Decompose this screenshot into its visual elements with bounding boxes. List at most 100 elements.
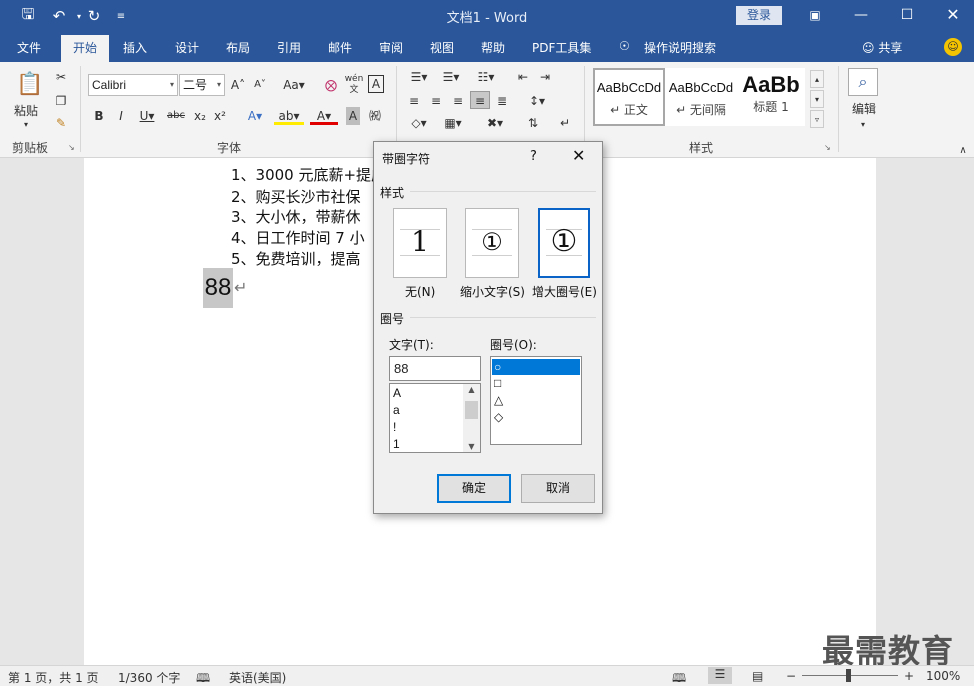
tab-layout[interactable]: 布局: [226, 39, 250, 56]
enclose-characters-icon[interactable]: ㈷: [366, 107, 384, 125]
chinese-layout-icon[interactable]: ✖▾: [482, 114, 508, 132]
strikethrough-icon[interactable]: abc: [166, 107, 186, 125]
selected-text[interactable]: 88: [203, 268, 233, 308]
paste-icon[interactable]: 📋: [16, 70, 44, 100]
enclosure-list[interactable]: ○ □ △ ◇: [490, 356, 582, 445]
style-no-spacing[interactable]: AaBbCcDd ↵ 无间隔: [665, 68, 737, 126]
scroll-up-icon[interactable]: ▲: [463, 385, 480, 394]
style-option-shrink-text[interactable]: ①: [465, 208, 519, 278]
tab-references[interactable]: 引用: [277, 39, 301, 56]
dialog-help-button[interactable]: ?: [530, 149, 537, 164]
document-line[interactable]: 4、日工作时间 7 小: [231, 227, 365, 248]
print-layout-icon[interactable]: ☰: [708, 667, 732, 684]
style-option-shrink-text-label[interactable]: 缩小文字(S): [460, 283, 525, 300]
tab-pdf-tools[interactable]: PDF工具集: [532, 39, 591, 56]
close-window-icon[interactable]: ✕: [941, 4, 965, 26]
read-mode-icon[interactable]: 🕮: [672, 669, 686, 686]
list-item[interactable]: □: [494, 376, 501, 390]
shrink-font-icon[interactable]: A˅: [252, 76, 268, 94]
word-count[interactable]: 1/360 个字: [118, 669, 180, 686]
list-item[interactable]: !: [393, 420, 396, 434]
copy-icon[interactable]: ❐: [52, 92, 70, 110]
styles-launcher-icon[interactable]: ↘: [824, 143, 831, 152]
numbering-icon[interactable]: ☰▾: [438, 68, 464, 86]
style-normal[interactable]: AaBbCcDd ↵ 正文: [593, 68, 665, 126]
align-center-icon[interactable]: ≡: [428, 92, 444, 110]
styles-scroll-up-icon[interactable]: ▴: [810, 70, 824, 88]
minimize-icon[interactable]: —: [849, 4, 873, 26]
paste-dropdown-icon[interactable]: ▾: [24, 116, 28, 134]
text-list-scrollbar[interactable]: ▲ ▼: [463, 384, 480, 452]
style-option-none-label[interactable]: 无(N): [405, 283, 435, 300]
list-item-selected[interactable]: ○: [492, 359, 580, 375]
tab-mailings[interactable]: 邮件: [328, 39, 352, 56]
tell-me-search[interactable]: 操作说明搜索: [644, 39, 716, 56]
style-option-enlarge-symbol-label[interactable]: 增大圈号(E): [532, 283, 597, 300]
styles-more-icon[interactable]: ▿: [810, 110, 824, 128]
editing-dropdown-icon[interactable]: ▾: [856, 116, 870, 134]
tab-view[interactable]: 视图: [430, 39, 454, 56]
feedback-smiley-icon[interactable]: ☺: [944, 38, 962, 56]
increase-indent-icon[interactable]: ⇥: [536, 68, 554, 86]
align-right-icon[interactable]: ≡: [450, 92, 466, 110]
font-name-combo[interactable]: Calibri ▾: [88, 74, 178, 96]
highlight-color-icon[interactable]: ab▾: [274, 107, 304, 125]
document-line[interactable]: 2、购买长沙市社保: [231, 186, 361, 207]
cancel-button[interactable]: 取消: [521, 474, 595, 503]
underline-icon[interactable]: U▾: [136, 107, 158, 125]
page-count[interactable]: 第 1 页，共 1 页: [8, 669, 99, 686]
zoom-in-icon[interactable]: +: [904, 669, 914, 683]
change-case-icon[interactable]: Aa▾: [280, 76, 308, 94]
scroll-thumb[interactable]: [465, 401, 478, 419]
text-input[interactable]: 88: [389, 356, 481, 381]
maximize-icon[interactable]: ☐: [895, 4, 919, 26]
tab-file[interactable]: 文件: [17, 39, 41, 56]
zoom-out-icon[interactable]: −: [786, 669, 796, 683]
document-line[interactable]: 1、3000 元底薪+提成: [231, 164, 386, 185]
character-border-icon[interactable]: A: [368, 75, 384, 93]
tab-help[interactable]: 帮助: [481, 39, 505, 56]
list-item[interactable]: a: [393, 403, 400, 417]
dialog-close-icon[interactable]: ✕: [572, 146, 585, 165]
text-list[interactable]: A a ! 1 ▲ ▼: [389, 383, 481, 453]
line-spacing-icon[interactable]: ↕▾: [524, 92, 550, 110]
share-button[interactable]: ☺ 共享: [862, 39, 902, 56]
font-size-combo[interactable]: 二号 ▾: [179, 74, 225, 96]
style-heading-1[interactable]: AaBb 标题 1: [737, 68, 805, 126]
list-item[interactable]: A: [393, 386, 401, 400]
align-left-icon[interactable]: ≡: [406, 92, 422, 110]
multilevel-list-icon[interactable]: ☷▾: [472, 68, 500, 86]
clear-formatting-icon[interactable]: ⨂: [322, 76, 340, 94]
sort-icon[interactable]: ⇅: [524, 114, 542, 132]
tab-review[interactable]: 审阅: [379, 39, 403, 56]
phonetic-guide-icon[interactable]: wén 文: [344, 74, 364, 95]
show-marks-icon[interactable]: ↵: [556, 114, 574, 132]
scroll-down-icon[interactable]: ▼: [463, 442, 480, 451]
document-line[interactable]: 3、大小休，带薪休: [231, 206, 361, 227]
grow-font-icon[interactable]: A˄: [230, 76, 246, 94]
style-option-none[interactable]: 1: [393, 208, 447, 278]
proofing-icon[interactable]: 🕮: [196, 669, 210, 686]
bullets-icon[interactable]: ☰▾: [406, 68, 432, 86]
clipboard-launcher-icon[interactable]: ↘: [68, 143, 75, 152]
tab-home[interactable]: 开始: [61, 35, 110, 62]
bold-icon[interactable]: B: [92, 107, 106, 125]
list-item[interactable]: △: [494, 393, 503, 407]
language-indicator[interactable]: 英语(美国): [229, 669, 286, 686]
zoom-slider-thumb[interactable]: [846, 669, 851, 682]
cut-icon[interactable]: ✂: [52, 68, 70, 86]
list-item[interactable]: 1: [393, 437, 400, 451]
tab-insert[interactable]: 插入: [123, 39, 147, 56]
login-button[interactable]: 登录: [736, 6, 782, 25]
style-option-enlarge-symbol[interactable]: ①: [538, 208, 590, 278]
web-layout-icon[interactable]: ▤: [752, 669, 763, 683]
text-effects-icon[interactable]: A▾: [242, 107, 268, 125]
character-shading-icon[interactable]: A: [346, 107, 360, 125]
find-magnifier-icon[interactable]: ⌕: [848, 68, 878, 96]
zoom-level[interactable]: 100%: [926, 669, 960, 683]
format-painter-icon[interactable]: ✎: [52, 114, 70, 132]
justify-icon[interactable]: ≡: [470, 91, 490, 109]
shading-icon[interactable]: ◇▾: [406, 114, 432, 132]
superscript-icon[interactable]: x²: [212, 107, 228, 125]
italic-icon[interactable]: I: [114, 107, 128, 125]
